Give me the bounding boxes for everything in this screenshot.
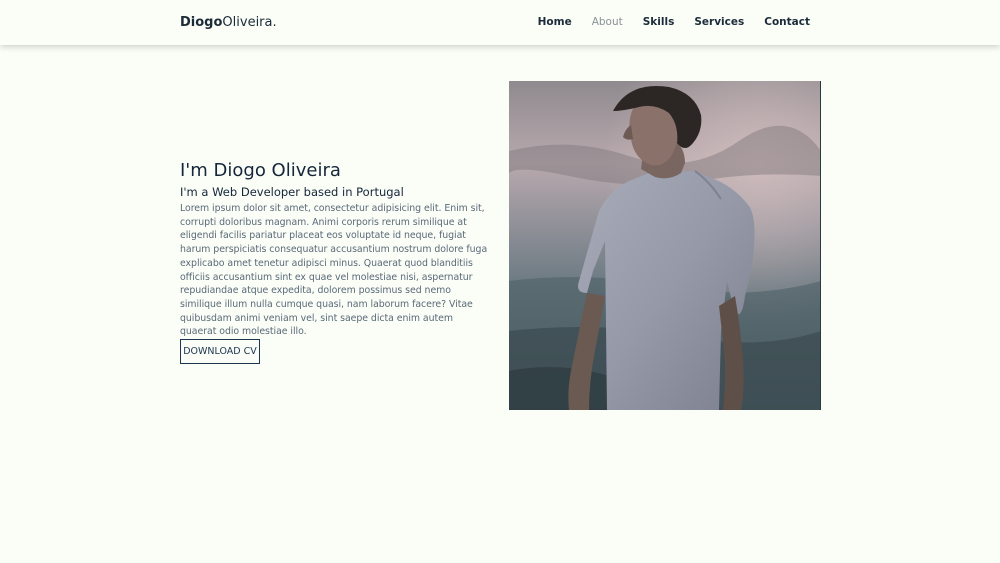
download-cv-button[interactable]: DOWNLOAD CV [180, 339, 260, 364]
logo-last-name: Oliveira. [222, 15, 277, 30]
about-title: I'm Diogo Oliveira [180, 160, 341, 181]
nav-item-about[interactable]: About [592, 16, 623, 29]
site-logo[interactable]: DiogoOliveira. [180, 15, 277, 31]
main-nav: Home About Skills Services Contact [538, 16, 810, 29]
about-section: I'm Diogo Oliveira I'm a Web Developer b… [180, 160, 490, 339]
profile-photo-image [509, 81, 820, 410]
nav-item-home[interactable]: Home [538, 16, 572, 29]
site-header: DiogoOliveira. Home About Skills Service… [0, 0, 1000, 45]
nav-item-contact[interactable]: Contact [764, 16, 810, 29]
logo-first-name: Diogo [180, 15, 223, 30]
profile-photo [509, 81, 821, 410]
about-description: Lorem ipsum dolor sit amet, consectetur … [180, 203, 488, 338]
nav-item-services[interactable]: Services [694, 16, 744, 29]
nav-item-skills[interactable]: Skills [643, 16, 675, 29]
about-subtitle: I'm a Web Developer based in Portugal [180, 185, 404, 199]
